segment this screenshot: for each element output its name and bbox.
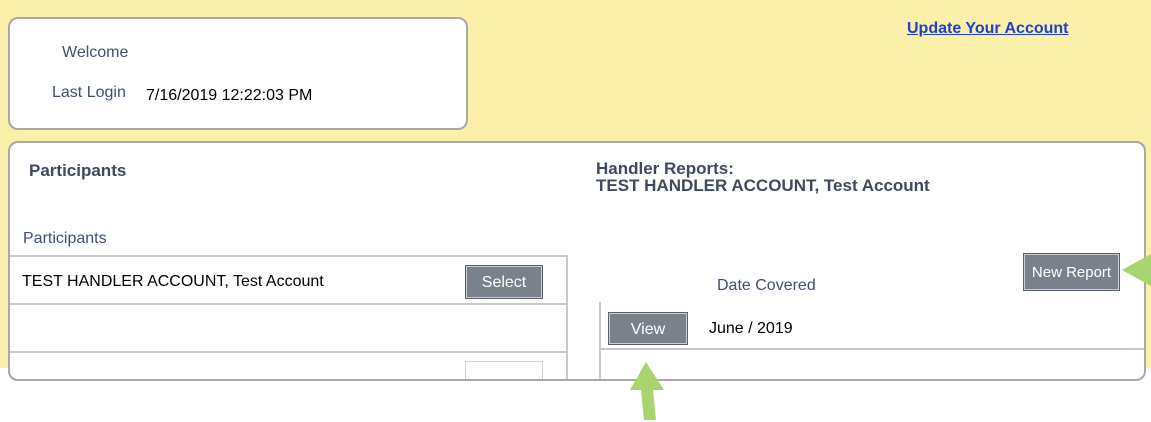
participant-name: TEST HANDLER ACCOUNT, Test Account — [22, 273, 324, 290]
view-report-button[interactable]: View — [608, 312, 688, 345]
select-participant-button[interactable] — [465, 361, 543, 379]
participants-heading: Participants — [29, 161, 127, 180]
date-covered-header: Date Covered — [717, 277, 816, 294]
table-row — [10, 353, 566, 379]
handler-reports-subject: TEST HANDLER ACCOUNT, Test Account — [596, 176, 930, 195]
table-row — [10, 305, 566, 353]
welcome-label: Welcome — [62, 44, 129, 61]
last-login-label: Last Login — [52, 84, 126, 101]
last-login-value: 7/16/2019 12:22:03 PM — [146, 87, 313, 104]
main-panel: Participants Participants TEST HANDLER A… — [8, 141, 1146, 381]
reports-table: View June / 2019 — [599, 302, 1144, 379]
participants-table-title: Participants — [23, 230, 107, 247]
report-date: June / 2019 — [709, 320, 793, 337]
new-report-button[interactable]: New Report — [1023, 253, 1120, 291]
handler-reports-heading: Handler Reports: TEST HANDLER ACCOUNT, T… — [596, 160, 930, 194]
table-row: TEST HANDLER ACCOUNT, Test Account Selec… — [10, 257, 566, 305]
participants-table: TEST HANDLER ACCOUNT, Test Account Selec… — [10, 255, 568, 379]
table-row: View June / 2019 — [601, 302, 1144, 350]
handler-reports-title: Handler Reports: — [596, 159, 734, 178]
arrow-up-icon — [630, 362, 664, 420]
select-participant-button[interactable]: Select — [465, 265, 543, 299]
arrow-left-icon — [1122, 254, 1151, 286]
update-account-link[interactable]: Update Your Account — [907, 20, 1069, 38]
welcome-panel: Welcome Last Login 7/16/2019 12:22:03 PM — [8, 17, 468, 130]
